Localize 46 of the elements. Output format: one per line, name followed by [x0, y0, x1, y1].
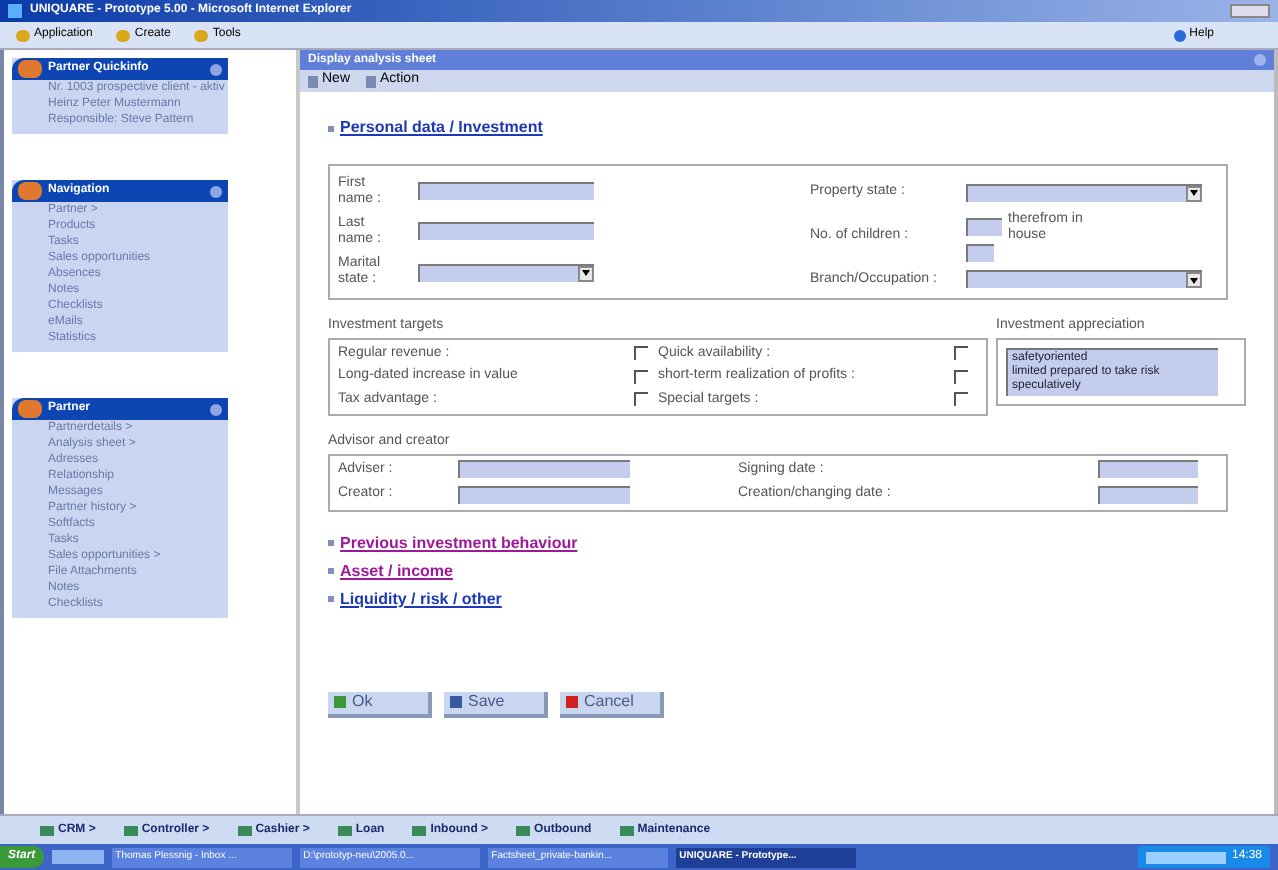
toolbar-glyph-icon	[366, 75, 377, 87]
dropdown-field[interactable]	[966, 183, 1202, 202]
input-field[interactable]	[966, 243, 994, 261]
module-glyph-icon	[516, 825, 531, 835]
panel-glyph-icon	[18, 400, 42, 418]
section-link[interactable]: Liquidity / risk / other	[340, 587, 502, 611]
panel-glyph-icon	[18, 182, 42, 200]
module-glyph-icon	[237, 825, 252, 835]
section-link[interactable]: Asset / income	[340, 559, 453, 583]
menu-glyph-icon	[194, 29, 209, 41]
module-glyph-icon	[619, 825, 634, 835]
browser-icon	[8, 4, 22, 18]
input-field[interactable]	[1098, 460, 1198, 479]
bullet-icon	[328, 568, 334, 574]
form-button[interactable]: Ok	[328, 691, 432, 717]
collapse-icon[interactable]	[210, 403, 222, 415]
input-field[interactable]	[966, 218, 1002, 236]
dropdown-arrow-icon	[1186, 185, 1202, 202]
dropdown-arrow-icon	[1186, 272, 1202, 289]
form-button[interactable]: Save	[444, 691, 548, 717]
form-button[interactable]: Cancel	[560, 691, 664, 717]
bullet-icon	[328, 125, 334, 131]
input-field[interactable]	[458, 460, 630, 479]
bullet-icon	[328, 540, 334, 546]
dropdown-field[interactable]	[418, 263, 594, 282]
menu-glyph-icon	[116, 29, 131, 41]
input-field[interactable]	[418, 222, 594, 241]
help-icon	[1173, 29, 1186, 41]
menu-glyph-icon	[16, 29, 30, 41]
section-link[interactable]: Personal data / Investment	[340, 116, 543, 140]
module-glyph-icon	[412, 825, 427, 835]
dropdown-field[interactable]	[966, 270, 1202, 289]
dropdown-arrow-icon	[578, 265, 594, 282]
input-field[interactable]	[418, 182, 594, 201]
panel-glyph-icon	[18, 60, 42, 78]
module-glyph-icon	[337, 825, 352, 835]
module-glyph-icon	[40, 825, 54, 835]
module-glyph-icon	[123, 825, 138, 835]
collapse-icon[interactable]	[210, 63, 222, 75]
toolbar-glyph-icon	[308, 75, 318, 87]
input-field[interactable]	[1098, 485, 1198, 504]
tray-icons-icon[interactable]	[1145, 851, 1226, 863]
collapse-icon[interactable]	[210, 185, 222, 197]
section-link[interactable]: Previous investment behaviour	[340, 531, 578, 555]
input-field[interactable]	[458, 485, 630, 504]
bullet-icon	[328, 596, 334, 602]
